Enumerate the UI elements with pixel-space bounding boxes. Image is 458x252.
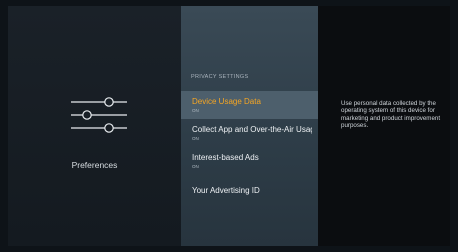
menu-item-interest-based-ads[interactable]: Interest-based Ads ON	[181, 147, 318, 175]
menu-item-title: Your Advertising ID	[192, 186, 260, 195]
menu-item-status: ON	[192, 108, 199, 113]
menu-item-status: ON	[192, 136, 199, 141]
menu-item-title: Device Usage Data	[192, 97, 261, 106]
menu-item-status: ON	[192, 164, 199, 169]
menu-item-collect-app-usage[interactable]: Collect App and Over-the-Air Usage ON	[181, 119, 318, 147]
setting-description: Use personal data collected by the opera…	[341, 100, 441, 129]
preferences-sliders-icon	[71, 97, 127, 133]
privacy-settings-header: PRIVACY SETTINGS	[191, 74, 249, 80]
preferences-label: Preferences	[71, 160, 118, 170]
menu-item-device-usage-data[interactable]: Device Usage Data ON	[181, 91, 318, 119]
menu-item-title: Interest-based Ads	[192, 153, 259, 162]
menu-item-advertising-id[interactable]: Your Advertising ID	[181, 180, 318, 208]
menu-item-title: Collect App and Over-the-Air Usage	[192, 125, 312, 134]
